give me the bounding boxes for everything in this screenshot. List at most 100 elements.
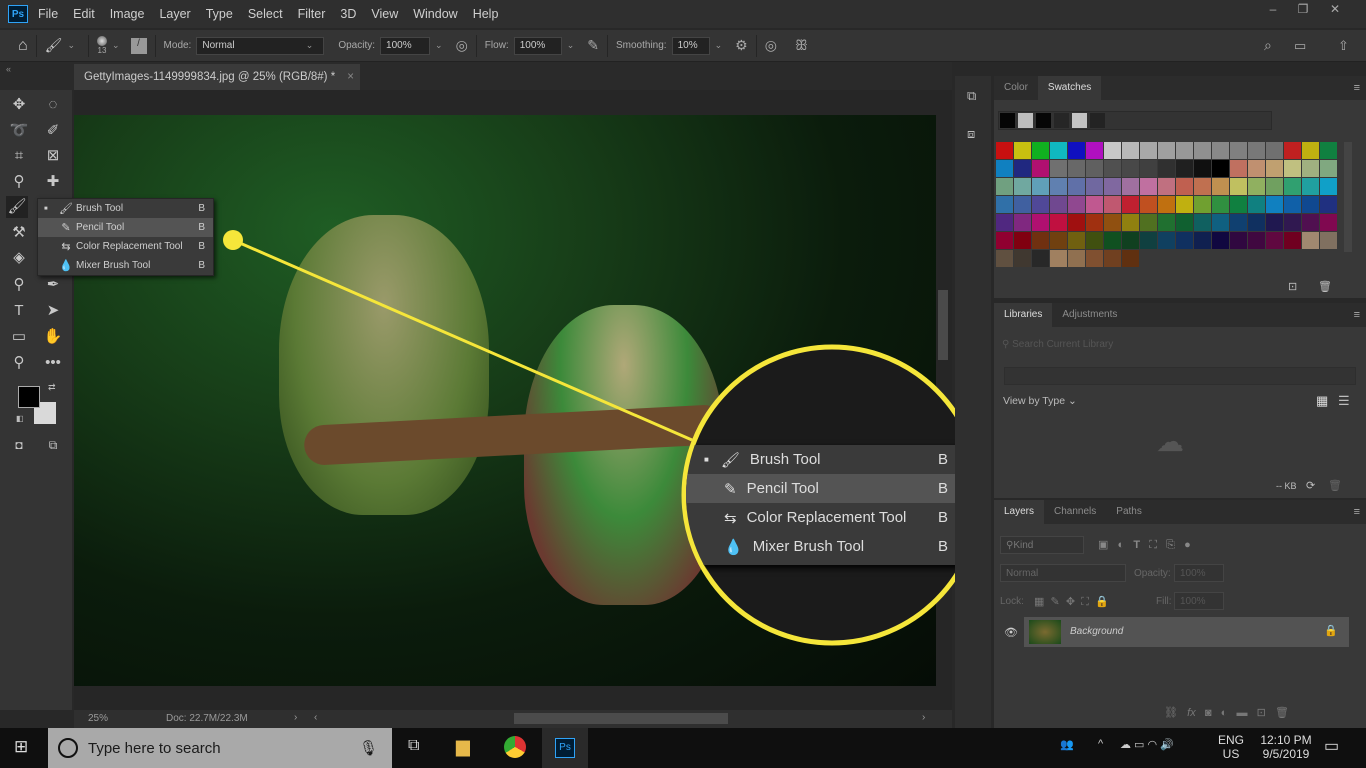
status-menu-arrow-icon[interactable]: ›	[294, 712, 297, 723]
scroll-left-icon[interactable]: ‹	[314, 712, 317, 723]
swatch[interactable]	[1050, 178, 1067, 195]
swatch[interactable]	[1194, 232, 1211, 249]
library-search-input[interactable]: ⚲ Search Current Library	[1002, 339, 1356, 357]
swatch[interactable]	[1104, 214, 1121, 231]
swatch[interactable]	[1050, 142, 1067, 159]
fill-field[interactable]: 100%	[1174, 592, 1224, 610]
tab-swatches[interactable]: Swatches	[1037, 76, 1102, 100]
swatch[interactable]	[1158, 178, 1175, 195]
swatch[interactable]	[996, 250, 1013, 267]
swatch[interactable]	[1302, 160, 1319, 177]
layer-opacity-field[interactable]: 100%	[1174, 564, 1224, 582]
panel-menu-icon[interactable]: ≡	[1354, 309, 1360, 321]
swatch[interactable]	[1284, 178, 1301, 195]
visibility-eye-icon[interactable]: 👁	[1004, 626, 1018, 639]
swatch[interactable]	[1140, 232, 1157, 249]
microphone-icon[interactable]: 🎙	[359, 739, 378, 757]
people-icon[interactable]: 👥	[1060, 738, 1074, 751]
swatch[interactable]	[1014, 178, 1031, 195]
swatch[interactable]	[1248, 142, 1265, 159]
swatch[interactable]	[1266, 214, 1283, 231]
swatches-scrollbar[interactable]	[1344, 142, 1352, 252]
swatch[interactable]	[1230, 232, 1247, 249]
swatch[interactable]	[1086, 214, 1103, 231]
recent-swatch[interactable]	[1018, 113, 1033, 128]
recent-swatch[interactable]	[1054, 113, 1069, 128]
layer-footer-icons[interactable]: ⛓ fx ◙ ◐ ▬ ⊡ 🗑	[1164, 706, 1289, 719]
swatch[interactable]	[1302, 214, 1319, 231]
tray-icons[interactable]: ☁ ▭ ◠ 🔊	[1120, 738, 1174, 751]
swatch[interactable]	[996, 214, 1013, 231]
layer-filter-kind[interactable]: ⚲ Kind	[1000, 536, 1084, 554]
swatch[interactable]	[1122, 250, 1139, 267]
file-explorer-icon[interactable]: ▆	[456, 736, 470, 757]
swatch[interactable]	[1104, 178, 1121, 195]
swatch[interactable]	[1068, 196, 1085, 213]
swatch[interactable]	[1230, 160, 1247, 177]
swatch[interactable]	[1158, 196, 1175, 213]
swatch[interactable]	[996, 178, 1013, 195]
swatch[interactable]	[1104, 232, 1121, 249]
sync-icon[interactable]: ⟳	[1306, 479, 1315, 492]
swatch[interactable]	[1122, 142, 1139, 159]
recent-swatch[interactable]	[1072, 113, 1087, 128]
tab-color[interactable]: Color	[994, 76, 1038, 100]
swatch[interactable]	[1302, 178, 1319, 195]
swatch[interactable]	[996, 196, 1013, 213]
swatch[interactable]	[1032, 142, 1049, 159]
swatch[interactable]	[1104, 196, 1121, 213]
swatch[interactable]	[1230, 178, 1247, 195]
blend-mode-select[interactable]: Normal	[1000, 564, 1126, 582]
swatch[interactable]	[1014, 196, 1031, 213]
swatch[interactable]	[1050, 160, 1067, 177]
swatch[interactable]	[996, 160, 1013, 177]
layer-row-background[interactable]: Background 🔒	[1024, 617, 1349, 647]
swatch[interactable]	[1176, 160, 1193, 177]
flyout-item-brush[interactable]: ■ 🖌 Brush Tool B	[38, 199, 213, 218]
swatch[interactable]	[1032, 160, 1049, 177]
swatch[interactable]	[1284, 232, 1301, 249]
grid-view-icon[interactable]: ▦	[1316, 393, 1328, 409]
task-view-icon[interactable]: ⧉	[408, 737, 419, 755]
swatch[interactable]	[1050, 214, 1067, 231]
flyout-item-pencil[interactable]: ✎ Pencil Tool B	[38, 218, 213, 237]
lock-icons[interactable]: ▦ ✎ ✥ ⛶ 🔒	[1034, 595, 1109, 609]
swatch[interactable]	[1140, 214, 1157, 231]
swatch[interactable]	[1140, 142, 1157, 159]
swatch[interactable]	[1230, 142, 1247, 159]
swatch[interactable]	[1086, 178, 1103, 195]
swatch[interactable]	[1122, 178, 1139, 195]
recent-swatch[interactable]	[1036, 113, 1051, 128]
swatch[interactable]	[1194, 160, 1211, 177]
swatch[interactable]	[1302, 232, 1319, 249]
recent-swatch[interactable]	[1000, 113, 1015, 128]
swatch[interactable]	[1248, 160, 1265, 177]
photoshop-taskbar-button[interactable]: Ps	[542, 728, 588, 768]
swatch[interactable]	[1086, 142, 1103, 159]
swatch[interactable]	[1212, 178, 1229, 195]
swatch[interactable]	[1320, 142, 1337, 159]
swatch[interactable]	[1086, 250, 1103, 267]
filter-pixel-icon[interactable]: ▣ ◐ T ⛶ ⎘ ●	[1098, 538, 1191, 552]
swatch[interactable]	[1104, 250, 1121, 267]
swatch[interactable]	[1266, 232, 1283, 249]
library-select[interactable]	[1004, 367, 1356, 385]
panel-menu-icon[interactable]: ≡	[1354, 82, 1360, 94]
swatch[interactable]	[1068, 178, 1085, 195]
swatch[interactable]	[1176, 232, 1193, 249]
language-indicator[interactable]: ENG US	[1218, 733, 1244, 761]
windows-start-icon[interactable]: ⊞	[14, 737, 28, 757]
swatch[interactable]	[1320, 232, 1337, 249]
swatch[interactable]	[1068, 142, 1085, 159]
swatch[interactable]	[1068, 232, 1085, 249]
delete-swatch-trash-icon[interactable]: 🗑	[1318, 280, 1332, 293]
delete-trash-icon[interactable]: 🗑	[1328, 479, 1342, 492]
swatch[interactable]	[1050, 232, 1067, 249]
swatch[interactable]	[1212, 160, 1229, 177]
swatch[interactable]	[1122, 214, 1139, 231]
swatch[interactable]	[1284, 214, 1301, 231]
panel-menu-icon[interactable]: ≡	[1354, 506, 1360, 518]
swatch[interactable]	[1248, 214, 1265, 231]
clock[interactable]: 12:10 PM 9/5/2019	[1255, 733, 1317, 761]
show-hidden-icons-chevron[interactable]: ^	[1098, 738, 1103, 750]
